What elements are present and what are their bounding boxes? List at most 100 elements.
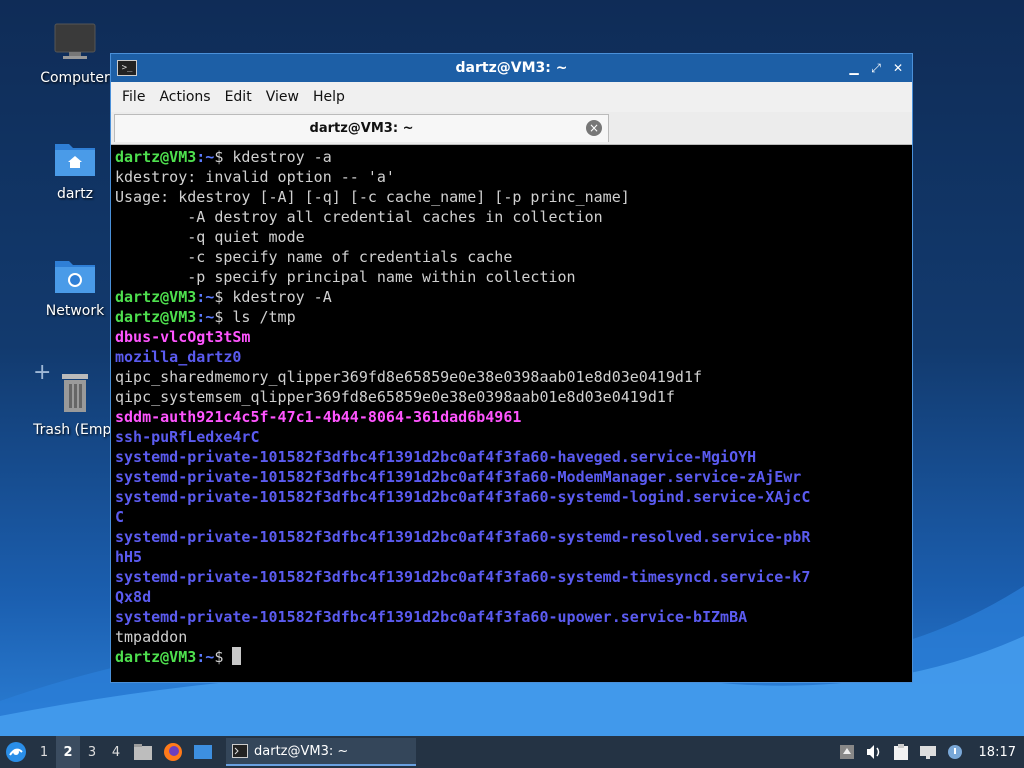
prompt-symbol: $ [214, 308, 233, 326]
terminal-output-line: ssh-puRfLedxe4rC [115, 427, 908, 447]
terminal-output-line: systemd-private-101582f3dfbc4f1391d2bc0a… [115, 607, 908, 627]
prompt-path: :~ [196, 148, 215, 166]
output-text: qipc_systemsem_qlipper369fd8e65859e0e38e… [115, 388, 675, 406]
desktop-icon-network[interactable]: Network [29, 255, 121, 319]
prompt-symbol: $ [214, 148, 233, 166]
taskbar-task-terminal[interactable]: dartz@VM3: ~ [226, 738, 416, 766]
desktop-icon-label: Trash (Empt [33, 422, 117, 438]
terminal-output-line: Usage: kdestroy [-A] [-q] [-c cache_name… [115, 187, 908, 207]
output-text: -q quiet mode [115, 228, 305, 246]
output-text: systemd-private-101582f3dfbc4f1391d2bc0a… [115, 528, 811, 546]
menu-edit[interactable]: Edit [218, 89, 259, 105]
network-folder-icon [55, 261, 95, 293]
start-menu-button[interactable] [0, 736, 32, 768]
output-text: systemd-private-101582f3dfbc4f1391d2bc0a… [115, 448, 757, 466]
terminal-output-line: systemd-private-101582f3dfbc4f1391d2bc0a… [115, 447, 908, 467]
volume-icon[interactable] [865, 744, 883, 760]
desktop-icon-trash[interactable]: Trash (Empt [29, 372, 121, 438]
clipboard-icon[interactable] [893, 743, 909, 761]
terminal-output-line: systemd-private-101582f3dfbc4f1391d2bc0a… [115, 527, 908, 547]
workspace-2[interactable]: 2 [56, 736, 80, 768]
terminal-output-line: tmpaddon [115, 627, 908, 647]
command-text: ls /tmp [232, 308, 296, 326]
terminal-output-line: systemd-private-101582f3dfbc4f1391d2bc0a… [115, 567, 908, 587]
output-text: systemd-private-101582f3dfbc4f1391d2bc0a… [115, 568, 811, 586]
prompt-user: dartz@VM3 [115, 308, 197, 326]
menu-view[interactable]: View [259, 89, 306, 105]
command-text: kdestroy -a [232, 148, 332, 166]
output-text: -c specify name of credentials cache [115, 248, 513, 266]
menu-help[interactable]: Help [306, 89, 352, 105]
prompt-path: :~ [196, 648, 215, 666]
command-text: kdestroy -A [232, 288, 332, 306]
terminal-icon: >_ [117, 60, 137, 76]
output-text: systemd-private-101582f3dfbc4f1391d2bc0a… [115, 608, 748, 626]
window-titlebar[interactable]: >_ dartz@VM3: ~ ▁ ⤢ ✕ [111, 54, 912, 82]
output-text: dbus-vlcOgt3tSm [115, 328, 251, 346]
firefox-icon [164, 743, 182, 761]
close-tab-icon[interactable]: × [586, 120, 602, 136]
output-text: sddm-auth921c4c5f-47c1-4b44-8064-361dad6… [115, 408, 522, 426]
terminal-output-line: hH5 [115, 547, 908, 567]
output-text: tmpaddon [115, 628, 188, 646]
terminal-output-line: C [115, 507, 908, 527]
terminal-output[interactable]: dartz@VM3:~$ kdestroy -a kdestroy: invali… [111, 145, 912, 679]
desktop-icon-label: dartz [56, 186, 94, 202]
menu-file[interactable]: File [115, 89, 152, 105]
output-text: systemd-private-101582f3dfbc4f1391d2bc0a… [115, 468, 802, 486]
show-desktop-launcher[interactable] [188, 736, 218, 768]
tab-bar: dartz@VM3: ~ × [111, 112, 912, 145]
network-icon[interactable] [919, 744, 937, 760]
file-manager-launcher[interactable] [128, 736, 158, 768]
terminal-output-line: mozilla_dartz0 [115, 347, 908, 367]
terminal-output-line: -q quiet mode [115, 227, 908, 247]
firefox-launcher[interactable] [158, 736, 188, 768]
output-text: kdestroy: invalid option -- 'a' [115, 168, 395, 186]
output-text: ssh-puRfLedxe4rC [115, 428, 260, 446]
task-label: dartz@VM3: ~ [254, 743, 349, 759]
terminal-output-line: sddm-auth921c4c5f-47c1-4b44-8064-361dad6… [115, 407, 908, 427]
close-button[interactable]: ✕ [890, 60, 906, 76]
terminal-cursor [232, 647, 242, 665]
output-text: -p specify principal name within collect… [115, 268, 576, 286]
taskbar: 1 2 3 4 dartz@VM3: ~ 18:17 [0, 736, 1024, 768]
desktop-icon-dartz[interactable]: dartz [29, 138, 121, 202]
terminal-window: >_ dartz@VM3: ~ ▁ ⤢ ✕ File Actions Edit … [110, 53, 913, 683]
lubuntu-logo-icon [6, 742, 26, 762]
output-text: Qx8d [115, 588, 152, 606]
terminal-icon [232, 744, 248, 758]
output-text: C [115, 508, 125, 526]
minimize-button[interactable]: ▁ [846, 60, 862, 76]
tab-terminal[interactable]: dartz@VM3: ~ × [114, 114, 609, 142]
terminal-output-line: -c specify name of credentials cache [115, 247, 908, 267]
menu-actions[interactable]: Actions [152, 89, 217, 105]
clock[interactable]: 18:17 [979, 745, 1016, 760]
output-text: systemd-private-101582f3dfbc4f1391d2bc0a… [115, 488, 811, 506]
maximize-button[interactable]: ⤢ [868, 60, 884, 76]
terminal-output-line: kdestroy: invalid option -- 'a' [115, 167, 908, 187]
output-text: qipc_sharedmemory_qlipper369fd8e65859e0e… [115, 368, 702, 386]
monitor-icon [54, 23, 96, 59]
terminal-prompt-line: dartz@VM3:~$ kdestroy -a [115, 147, 908, 167]
notification-icon[interactable] [947, 744, 963, 760]
menu-bar: File Actions Edit View Help [111, 82, 912, 112]
terminal-prompt-line: dartz@VM3:~$ ls /tmp [115, 307, 908, 327]
terminal-prompt-line: dartz@VM3:~$ kdestroy -A [115, 287, 908, 307]
terminal-output-line: qipc_systemsem_qlipper369fd8e65859e0e38e… [115, 387, 908, 407]
terminal-output-line: qipc_sharedmemory_qlipper369fd8e65859e0e… [115, 367, 908, 387]
trash-icon [62, 374, 88, 412]
update-notifier-icon[interactable] [839, 744, 855, 760]
workspace-4[interactable]: 4 [104, 736, 128, 768]
prompt-user: dartz@VM3 [115, 288, 197, 306]
file-manager-icon [134, 744, 152, 760]
prompt-path: :~ [196, 288, 215, 306]
output-text: Usage: kdestroy [-A] [-q] [-c cache_name… [115, 188, 630, 206]
workspace-3[interactable]: 3 [80, 736, 104, 768]
output-text: hH5 [115, 548, 143, 566]
workspace-1[interactable]: 1 [32, 736, 56, 768]
desktop-icon-computer[interactable]: Computer [29, 22, 121, 86]
terminal-output-line: -p specify principal name within collect… [115, 267, 908, 287]
prompt-symbol: $ [214, 648, 233, 666]
terminal-output-line: dbus-vlcOgt3tSm [115, 327, 908, 347]
output-text: mozilla_dartz0 [115, 348, 242, 366]
